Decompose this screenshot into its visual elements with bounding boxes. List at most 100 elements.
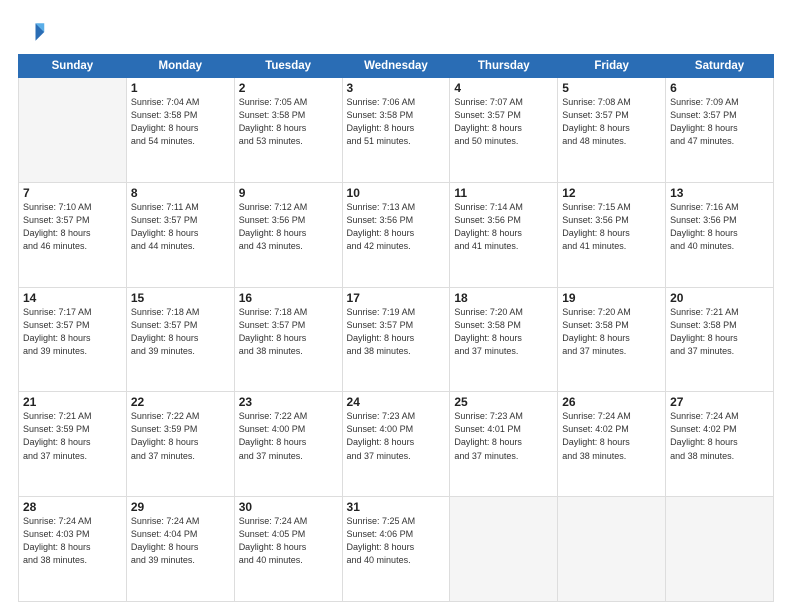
calendar-week-row: 14Sunrise: 7:17 AMSunset: 3:57 PMDayligh… (19, 287, 774, 392)
day-number: 9 (239, 186, 338, 200)
calendar-cell: 21Sunrise: 7:21 AMSunset: 3:59 PMDayligh… (19, 392, 127, 497)
calendar-cell: 31Sunrise: 7:25 AMSunset: 4:06 PMDayligh… (342, 497, 450, 602)
calendar-cell: 17Sunrise: 7:19 AMSunset: 3:57 PMDayligh… (342, 287, 450, 392)
cell-info: Sunrise: 7:18 AMSunset: 3:57 PMDaylight:… (239, 306, 338, 358)
cell-info: Sunrise: 7:21 AMSunset: 3:58 PMDaylight:… (670, 306, 769, 358)
day-number: 6 (670, 81, 769, 95)
calendar-cell: 14Sunrise: 7:17 AMSunset: 3:57 PMDayligh… (19, 287, 127, 392)
cell-info: Sunrise: 7:04 AMSunset: 3:58 PMDaylight:… (131, 96, 230, 148)
calendar-cell: 24Sunrise: 7:23 AMSunset: 4:00 PMDayligh… (342, 392, 450, 497)
day-number: 2 (239, 81, 338, 95)
calendar-cell: 18Sunrise: 7:20 AMSunset: 3:58 PMDayligh… (450, 287, 558, 392)
day-number: 29 (131, 500, 230, 514)
calendar-cell: 28Sunrise: 7:24 AMSunset: 4:03 PMDayligh… (19, 497, 127, 602)
day-number: 30 (239, 500, 338, 514)
day-number: 31 (347, 500, 446, 514)
calendar-cell: 13Sunrise: 7:16 AMSunset: 3:56 PMDayligh… (666, 182, 774, 287)
day-number: 25 (454, 395, 553, 409)
calendar-cell: 27Sunrise: 7:24 AMSunset: 4:02 PMDayligh… (666, 392, 774, 497)
cell-info: Sunrise: 7:10 AMSunset: 3:57 PMDaylight:… (23, 201, 122, 253)
calendar-cell: 8Sunrise: 7:11 AMSunset: 3:57 PMDaylight… (126, 182, 234, 287)
cell-info: Sunrise: 7:25 AMSunset: 4:06 PMDaylight:… (347, 515, 446, 567)
day-number: 13 (670, 186, 769, 200)
calendar-cell: 22Sunrise: 7:22 AMSunset: 3:59 PMDayligh… (126, 392, 234, 497)
day-number: 3 (347, 81, 446, 95)
cell-info: Sunrise: 7:23 AMSunset: 4:00 PMDaylight:… (347, 410, 446, 462)
calendar-cell: 20Sunrise: 7:21 AMSunset: 3:58 PMDayligh… (666, 287, 774, 392)
calendar-cell: 16Sunrise: 7:18 AMSunset: 3:57 PMDayligh… (234, 287, 342, 392)
cell-info: Sunrise: 7:09 AMSunset: 3:57 PMDaylight:… (670, 96, 769, 148)
day-number: 14 (23, 291, 122, 305)
day-number: 15 (131, 291, 230, 305)
weekday-header-saturday: Saturday (666, 55, 774, 78)
day-number: 16 (239, 291, 338, 305)
day-number: 26 (562, 395, 661, 409)
day-number: 27 (670, 395, 769, 409)
calendar-cell (558, 497, 666, 602)
day-number: 10 (347, 186, 446, 200)
cell-info: Sunrise: 7:24 AMSunset: 4:04 PMDaylight:… (131, 515, 230, 567)
cell-info: Sunrise: 7:20 AMSunset: 3:58 PMDaylight:… (562, 306, 661, 358)
day-number: 28 (23, 500, 122, 514)
cell-info: Sunrise: 7:06 AMSunset: 3:58 PMDaylight:… (347, 96, 446, 148)
weekday-header-friday: Friday (558, 55, 666, 78)
cell-info: Sunrise: 7:05 AMSunset: 3:58 PMDaylight:… (239, 96, 338, 148)
cell-info: Sunrise: 7:13 AMSunset: 3:56 PMDaylight:… (347, 201, 446, 253)
day-number: 12 (562, 186, 661, 200)
day-number: 8 (131, 186, 230, 200)
cell-info: Sunrise: 7:11 AMSunset: 3:57 PMDaylight:… (131, 201, 230, 253)
cell-info: Sunrise: 7:12 AMSunset: 3:56 PMDaylight:… (239, 201, 338, 253)
calendar-week-row: 7Sunrise: 7:10 AMSunset: 3:57 PMDaylight… (19, 182, 774, 287)
day-number: 19 (562, 291, 661, 305)
cell-info: Sunrise: 7:20 AMSunset: 3:58 PMDaylight:… (454, 306, 553, 358)
cell-info: Sunrise: 7:24 AMSunset: 4:05 PMDaylight:… (239, 515, 338, 567)
header (18, 18, 774, 46)
cell-info: Sunrise: 7:17 AMSunset: 3:57 PMDaylight:… (23, 306, 122, 358)
weekday-header-wednesday: Wednesday (342, 55, 450, 78)
calendar-cell: 12Sunrise: 7:15 AMSunset: 3:56 PMDayligh… (558, 182, 666, 287)
calendar-body: 1Sunrise: 7:04 AMSunset: 3:58 PMDaylight… (19, 78, 774, 602)
weekday-header-sunday: Sunday (19, 55, 127, 78)
calendar-cell: 29Sunrise: 7:24 AMSunset: 4:04 PMDayligh… (126, 497, 234, 602)
cell-info: Sunrise: 7:08 AMSunset: 3:57 PMDaylight:… (562, 96, 661, 148)
logo (18, 18, 50, 46)
calendar-cell: 1Sunrise: 7:04 AMSunset: 3:58 PMDaylight… (126, 78, 234, 183)
cell-info: Sunrise: 7:23 AMSunset: 4:01 PMDaylight:… (454, 410, 553, 462)
calendar-cell: 23Sunrise: 7:22 AMSunset: 4:00 PMDayligh… (234, 392, 342, 497)
calendar-cell: 7Sunrise: 7:10 AMSunset: 3:57 PMDaylight… (19, 182, 127, 287)
calendar-cell: 10Sunrise: 7:13 AMSunset: 3:56 PMDayligh… (342, 182, 450, 287)
cell-info: Sunrise: 7:07 AMSunset: 3:57 PMDaylight:… (454, 96, 553, 148)
calendar-cell: 4Sunrise: 7:07 AMSunset: 3:57 PMDaylight… (450, 78, 558, 183)
calendar-table: SundayMondayTuesdayWednesdayThursdayFrid… (18, 54, 774, 602)
calendar-cell (19, 78, 127, 183)
weekday-header-monday: Monday (126, 55, 234, 78)
calendar-cell: 2Sunrise: 7:05 AMSunset: 3:58 PMDaylight… (234, 78, 342, 183)
calendar-cell: 26Sunrise: 7:24 AMSunset: 4:02 PMDayligh… (558, 392, 666, 497)
page: SundayMondayTuesdayWednesdayThursdayFrid… (0, 0, 792, 612)
day-number: 21 (23, 395, 122, 409)
calendar-cell: 15Sunrise: 7:18 AMSunset: 3:57 PMDayligh… (126, 287, 234, 392)
cell-info: Sunrise: 7:15 AMSunset: 3:56 PMDaylight:… (562, 201, 661, 253)
day-number: 23 (239, 395, 338, 409)
day-number: 1 (131, 81, 230, 95)
cell-info: Sunrise: 7:19 AMSunset: 3:57 PMDaylight:… (347, 306, 446, 358)
weekday-header-thursday: Thursday (450, 55, 558, 78)
cell-info: Sunrise: 7:21 AMSunset: 3:59 PMDaylight:… (23, 410, 122, 462)
weekday-header-tuesday: Tuesday (234, 55, 342, 78)
cell-info: Sunrise: 7:24 AMSunset: 4:02 PMDaylight:… (562, 410, 661, 462)
calendar-cell: 3Sunrise: 7:06 AMSunset: 3:58 PMDaylight… (342, 78, 450, 183)
cell-info: Sunrise: 7:22 AMSunset: 3:59 PMDaylight:… (131, 410, 230, 462)
day-number: 17 (347, 291, 446, 305)
calendar-week-row: 21Sunrise: 7:21 AMSunset: 3:59 PMDayligh… (19, 392, 774, 497)
day-number: 7 (23, 186, 122, 200)
calendar-cell: 19Sunrise: 7:20 AMSunset: 3:58 PMDayligh… (558, 287, 666, 392)
day-number: 4 (454, 81, 553, 95)
calendar-cell (666, 497, 774, 602)
logo-icon (18, 18, 46, 46)
cell-info: Sunrise: 7:14 AMSunset: 3:56 PMDaylight:… (454, 201, 553, 253)
cell-info: Sunrise: 7:24 AMSunset: 4:02 PMDaylight:… (670, 410, 769, 462)
day-number: 22 (131, 395, 230, 409)
day-number: 11 (454, 186, 553, 200)
calendar-cell: 6Sunrise: 7:09 AMSunset: 3:57 PMDaylight… (666, 78, 774, 183)
cell-info: Sunrise: 7:22 AMSunset: 4:00 PMDaylight:… (239, 410, 338, 462)
